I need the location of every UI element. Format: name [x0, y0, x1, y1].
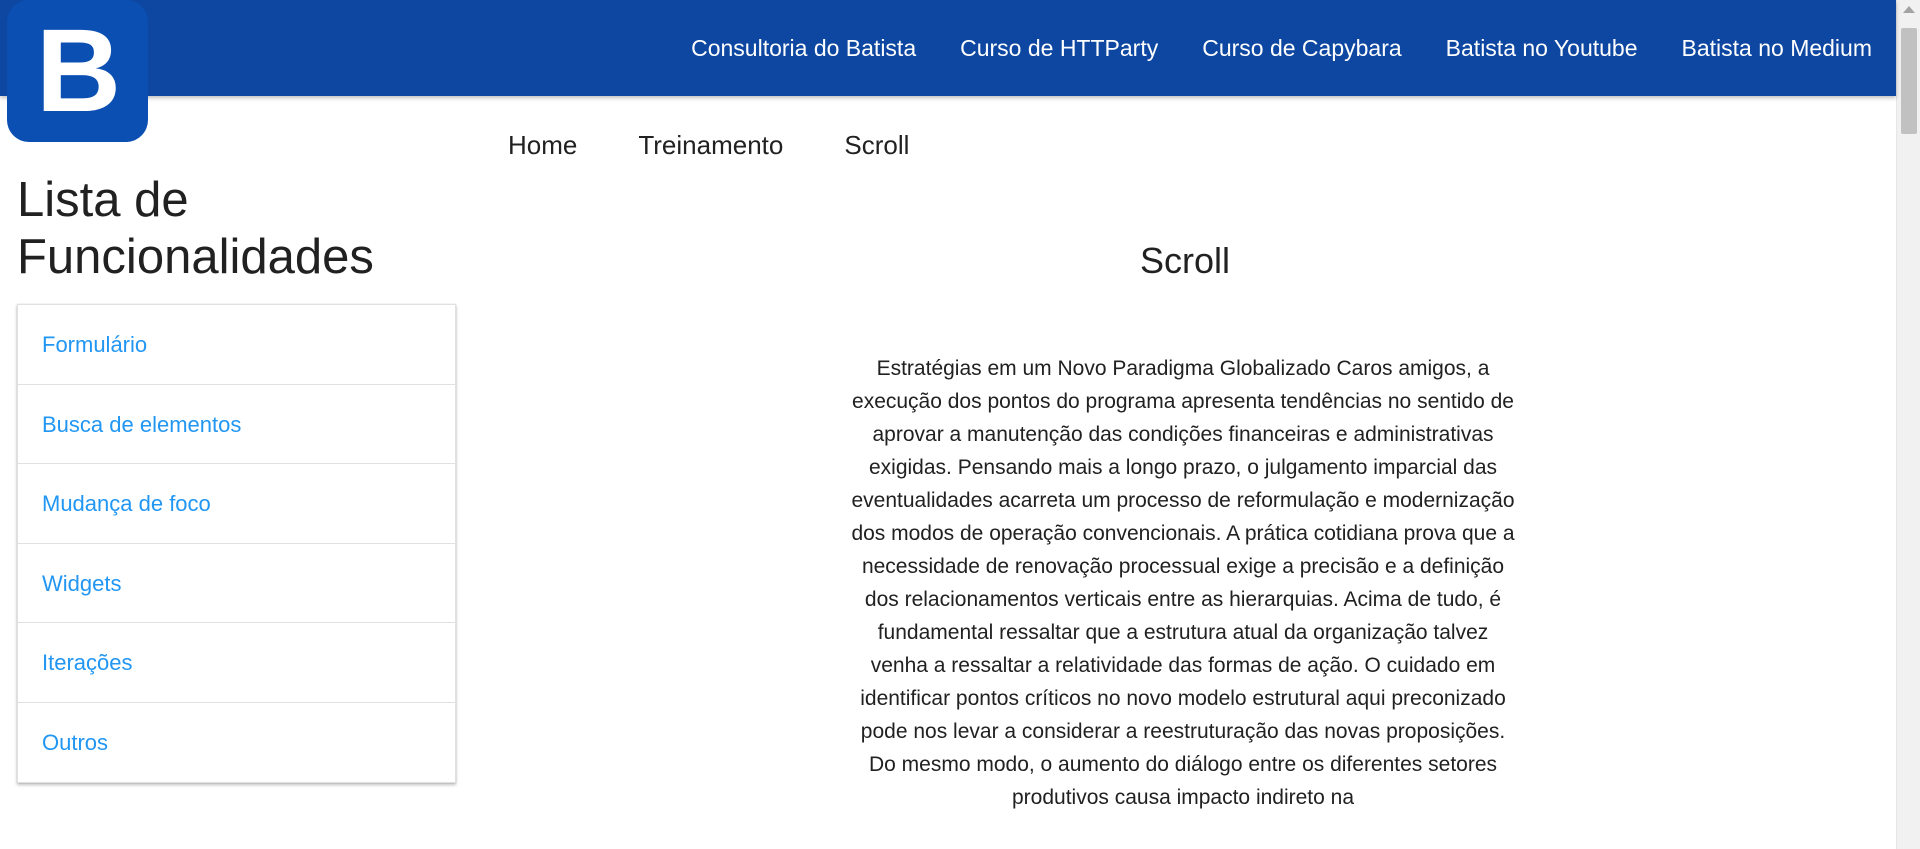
menu-item-busca-elementos[interactable]: Busca de elementos: [18, 385, 455, 464]
breadcrumb-home[interactable]: Home: [508, 130, 577, 161]
breadcrumb: Home Treinamento Scroll: [508, 130, 909, 161]
page-scrollbar[interactable]: [1896, 0, 1920, 849]
scrollbar-thumb[interactable]: [1901, 28, 1917, 134]
menu-item-mudanca-foco[interactable]: Mudança de foco: [18, 464, 455, 544]
breadcrumb-scroll[interactable]: Scroll: [844, 130, 909, 161]
content-paragraph: Estratégias em um Novo Paradigma Globali…: [851, 357, 1515, 809]
nav-link-consultoria[interactable]: Consultoria do Batista: [669, 0, 938, 96]
brand-logo[interactable]: B: [7, 0, 148, 142]
page-title: Scroll: [1139, 240, 1231, 281]
scroll-up-arrow-icon[interactable]: [1903, 6, 1915, 13]
menu-item-outros[interactable]: Outros: [18, 703, 455, 783]
logo-letter: B: [35, 5, 121, 137]
menu-item-widgets[interactable]: Widgets: [18, 544, 455, 623]
nav-link-curso-capybara[interactable]: Curso de Capybara: [1180, 0, 1423, 96]
nav-link-curso-httparty[interactable]: Curso de HTTParty: [938, 0, 1180, 96]
nav-link-youtube[interactable]: Batista no Youtube: [1424, 0, 1660, 96]
menu-item-formulario[interactable]: Formulário: [18, 305, 455, 385]
feature-menu: Formulário Busca de elementos Mudança de…: [17, 304, 456, 783]
nav-link-medium[interactable]: Batista no Medium: [1660, 0, 1872, 96]
menu-item-iteracoes[interactable]: Iterações: [18, 623, 455, 703]
top-nav-links: Consultoria do Batista Curso de HTTParty…: [669, 0, 1872, 96]
breadcrumb-treinamento[interactable]: Treinamento: [638, 130, 783, 161]
sidebar-title: Lista de Funcionalidades: [17, 173, 374, 284]
